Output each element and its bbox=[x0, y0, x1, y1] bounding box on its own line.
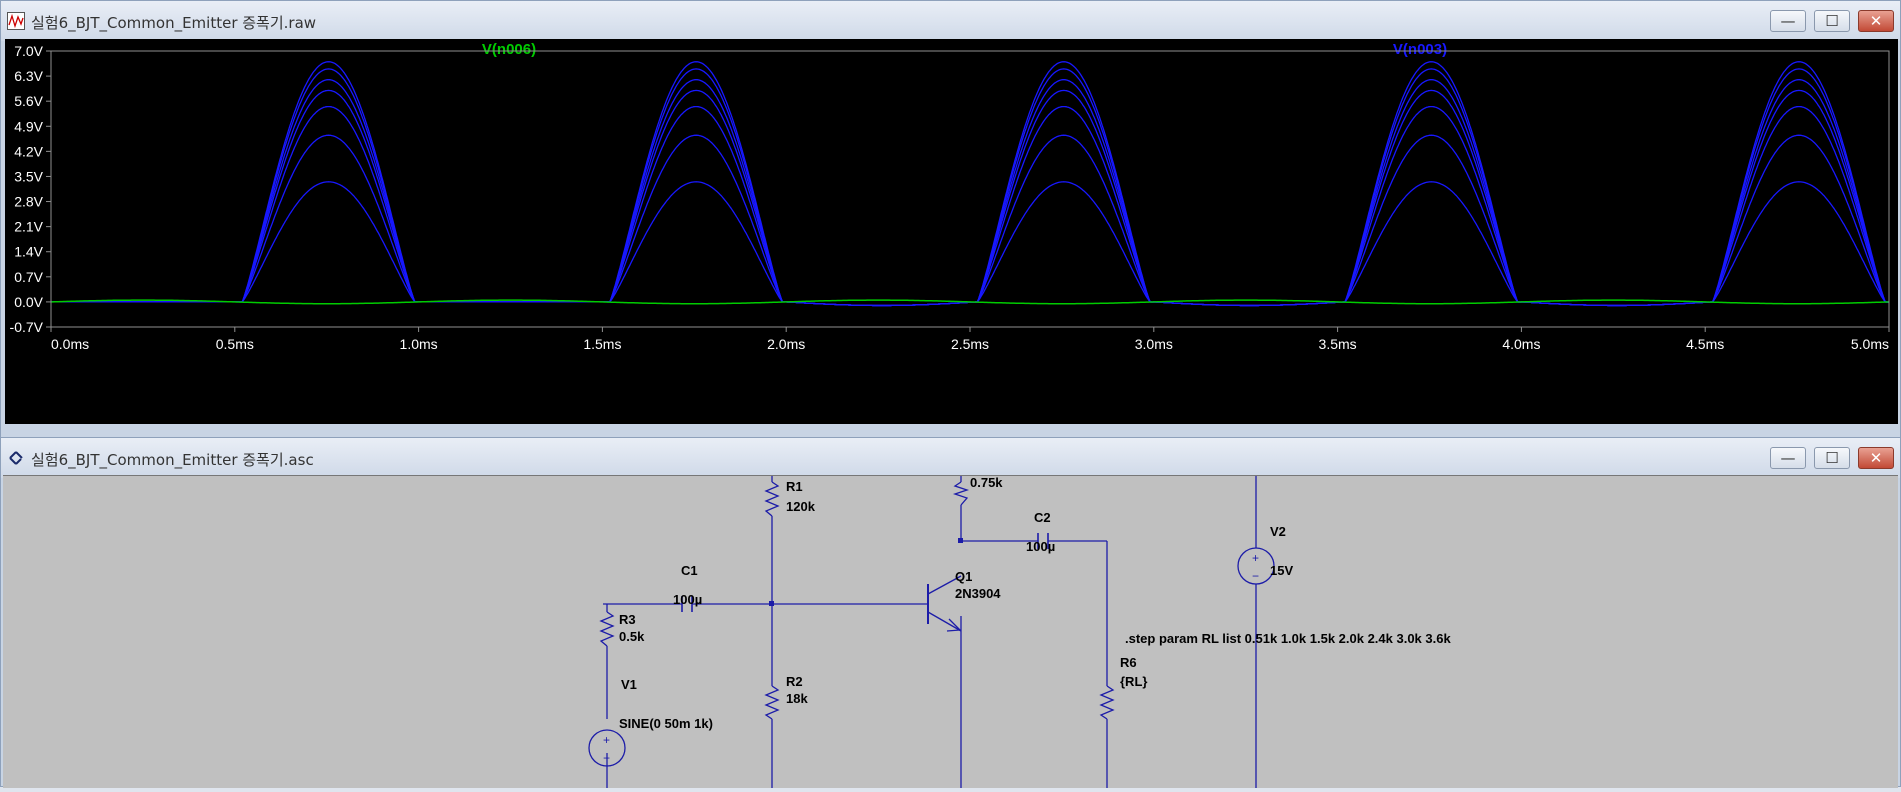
rc-value[interactable]: 0.75k bbox=[970, 475, 1003, 490]
x-tick-label: 2.5ms bbox=[951, 336, 989, 352]
y-tick-label: 3.5V bbox=[14, 168, 43, 184]
c2-value[interactable]: 100µ bbox=[1026, 539, 1055, 554]
y-tick-label: 2.1V bbox=[14, 219, 43, 235]
y-tick-label: 0.7V bbox=[14, 269, 43, 285]
r1-value[interactable]: 120k bbox=[786, 499, 816, 514]
blue-trace-step-1 bbox=[51, 181, 1890, 307]
waveform-plot-pane[interactable]: V(n006) V(n003) 7.0V 6.3V 5.6V 4.9V 4.2V 3.5V… bbox=[5, 39, 1898, 424]
resistor-rc[interactable] bbox=[952, 481, 970, 506]
close-button[interactable]: ✕ bbox=[1858, 10, 1894, 32]
waveform-window: 실험6_BJT_Common_Emitter 증폭기.raw — ☐ ✕ V(n… bbox=[0, 0, 1901, 438]
resistor-r3[interactable] bbox=[599, 611, 615, 647]
c1-value[interactable]: 100µ bbox=[673, 592, 702, 607]
close-icon: ✕ bbox=[1869, 12, 1883, 30]
y-tick-label: 4.2V bbox=[14, 143, 43, 159]
blue-trace-group bbox=[51, 61, 1890, 307]
y-tick-label: 0.0V bbox=[14, 294, 43, 310]
waveform-chart[interactable]: V(n006) V(n003) 7.0V 6.3V 5.6V 4.9V 4.2V 3.5V… bbox=[5, 39, 1898, 424]
resistor-r6[interactable] bbox=[1099, 685, 1115, 720]
trace-label-vn003[interactable]: V(n003) bbox=[1393, 41, 1447, 58]
x-tick-label: 3.5ms bbox=[1319, 336, 1357, 352]
blue-trace-step-4 bbox=[51, 89, 1890, 307]
step-directive[interactable]: .step param RL list 0.51k 1.0k 1.5k 2.0k… bbox=[1125, 631, 1451, 646]
minimize-icon: — bbox=[1780, 449, 1796, 467]
y-tick-label: 1.4V bbox=[14, 244, 43, 260]
minimize-button[interactable]: — bbox=[1770, 447, 1806, 469]
v2-name[interactable]: V2 bbox=[1270, 524, 1286, 539]
maximize-icon: ☐ bbox=[1825, 449, 1839, 467]
c2-name[interactable]: C2 bbox=[1034, 510, 1051, 525]
r3-name[interactable]: R3 bbox=[619, 612, 636, 627]
x-tick-label: 1.0ms bbox=[400, 336, 438, 352]
blue-trace-step-2 bbox=[51, 134, 1890, 307]
x-tick-label: 3.0ms bbox=[1135, 336, 1173, 352]
circuit-drawing[interactable]: + − + − R1 120k 0.75k C2 100µ V2 15V C1 … bbox=[3, 475, 1898, 788]
y-tick-label: 5.6V bbox=[14, 93, 43, 109]
v2-plus-sign: + bbox=[1252, 551, 1259, 565]
schematic-titlebar[interactable]: 실험6_BJT_Common_Emitter 증폭기.asc — ☐ ✕ bbox=[1, 438, 1900, 478]
transistor-q1-emitter[interactable] bbox=[927, 611, 962, 632]
blue-trace-step-3 bbox=[51, 105, 1890, 307]
v2-minus-sign: − bbox=[1252, 569, 1259, 583]
waveform-window-title: 실험6_BJT_Common_Emitter 증폭기.raw bbox=[31, 14, 317, 32]
x-tick-label: 2.0ms bbox=[767, 336, 805, 352]
close-button[interactable]: ✕ bbox=[1858, 447, 1894, 469]
r6-name[interactable]: R6 bbox=[1120, 655, 1137, 670]
v1-value[interactable]: SINE(0 50m 1k) bbox=[619, 716, 713, 731]
schematic-window-title: 실험6_BJT_Common_Emitter 증폭기.asc bbox=[31, 451, 314, 469]
blue-trace-step-7 bbox=[51, 61, 1890, 307]
maximize-button[interactable]: ☐ bbox=[1814, 447, 1850, 469]
r1-name[interactable]: R1 bbox=[786, 479, 803, 494]
q1-name[interactable]: Q1 bbox=[955, 569, 972, 584]
x-tick-label: 4.5ms bbox=[1686, 336, 1724, 352]
v2-value[interactable]: 15V bbox=[1270, 563, 1293, 578]
waveform-icon bbox=[7, 12, 25, 30]
x-tick-label: 0.5ms bbox=[216, 336, 254, 352]
minimize-icon: — bbox=[1780, 12, 1796, 30]
junction-dot bbox=[769, 601, 774, 606]
resistor-r2[interactable] bbox=[764, 685, 780, 720]
y-tick-label: -0.7V bbox=[10, 319, 44, 335]
v1-minus-sign: − bbox=[603, 751, 610, 765]
close-icon: ✕ bbox=[1869, 449, 1883, 467]
y-tick-label: 4.9V bbox=[14, 118, 43, 134]
x-tick-label: 4.0ms bbox=[1502, 336, 1540, 352]
x-tick-label: 0.0ms bbox=[51, 336, 89, 352]
junction-dot bbox=[958, 538, 963, 543]
r2-value[interactable]: 18k bbox=[786, 691, 808, 706]
r6-value[interactable]: {RL} bbox=[1120, 674, 1147, 689]
waveform-titlebar[interactable]: 실험6_BJT_Common_Emitter 증폭기.raw — ☐ ✕ bbox=[1, 1, 1900, 41]
r2-name[interactable]: R2 bbox=[786, 674, 803, 689]
r3-value[interactable]: 0.5k bbox=[619, 629, 645, 644]
resistor-r1[interactable] bbox=[764, 481, 780, 517]
y-tick-label: 2.8V bbox=[14, 194, 43, 210]
v1-plus-sign: + bbox=[603, 733, 610, 747]
v1-name[interactable]: V1 bbox=[621, 677, 637, 692]
plot-frame bbox=[50, 50, 1890, 328]
schematic-canvas[interactable]: + − + − R1 120k 0.75k C2 100µ V2 15V C1 … bbox=[3, 475, 1898, 788]
x-tick-label: 5.0ms bbox=[1851, 336, 1889, 352]
q1-value[interactable]: 2N3904 bbox=[955, 586, 1001, 601]
c1-name[interactable]: C1 bbox=[681, 563, 698, 578]
y-tick-label: 6.3V bbox=[14, 68, 43, 84]
x-tick-label: 1.5ms bbox=[583, 336, 621, 352]
green-trace bbox=[51, 299, 1890, 305]
blue-trace-step-6 bbox=[51, 68, 1890, 307]
minimize-button[interactable]: — bbox=[1770, 10, 1806, 32]
trace-label-vn006[interactable]: V(n006) bbox=[482, 41, 536, 58]
maximize-button[interactable]: ☐ bbox=[1814, 10, 1850, 32]
blue-trace-step-5 bbox=[51, 79, 1890, 307]
maximize-icon: ☐ bbox=[1825, 12, 1839, 30]
ltspice-icon bbox=[9, 451, 23, 465]
y-tick-label: 7.0V bbox=[14, 43, 43, 59]
